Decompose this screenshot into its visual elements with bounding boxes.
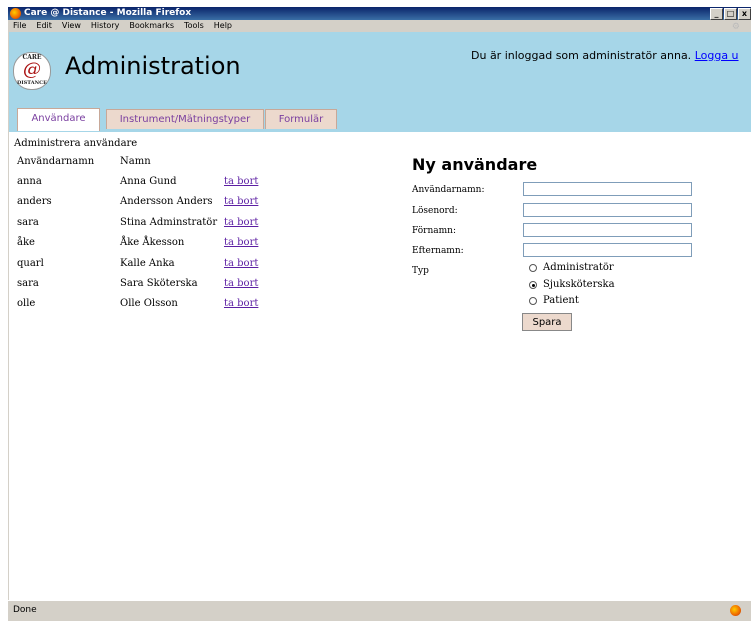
type-label: Typ bbox=[412, 266, 429, 276]
menu-bar: File Edit View History Bookmarks Tools Help ⚙ bbox=[8, 20, 751, 32]
table-row-name: Andersson Anders bbox=[120, 196, 213, 207]
tab-anvandare[interactable]: Användare bbox=[17, 108, 100, 131]
new-user-title: Ny användare bbox=[412, 155, 538, 174]
window-title-bar: Care @ Distance - Mozilla Firefox _ □ x bbox=[8, 7, 751, 20]
column-header-username: Användarnamn bbox=[17, 156, 95, 167]
menu-file[interactable]: File bbox=[13, 21, 26, 30]
firefox-icon bbox=[10, 8, 21, 19]
menu-bookmarks[interactable]: Bookmarks bbox=[129, 21, 174, 30]
logout-link[interactable]: Logga u bbox=[695, 49, 739, 62]
window-title: Care @ Distance - Mozilla Firefox bbox=[24, 8, 192, 18]
table-row-username: anna bbox=[17, 176, 42, 187]
table-row-name: Åke Åkesson bbox=[120, 237, 185, 248]
menu-tools[interactable]: Tools bbox=[184, 21, 204, 30]
radio-label-administrator: Administratör bbox=[543, 262, 614, 273]
remove-user-link[interactable]: ta bort bbox=[224, 277, 258, 290]
username-field[interactable] bbox=[523, 182, 692, 196]
page-title: Administration bbox=[65, 52, 241, 80]
remove-user-link[interactable]: ta bort bbox=[224, 195, 258, 208]
tab-formular[interactable]: Formulär bbox=[265, 109, 337, 129]
menu-view[interactable]: View bbox=[62, 21, 81, 30]
table-row-name: Stina Adminstratör bbox=[120, 217, 218, 228]
username-label: Användarnamn: bbox=[412, 185, 485, 195]
remove-user-link[interactable]: ta bort bbox=[224, 216, 258, 229]
tab-instrument[interactable]: Instrument/Mätningstyper bbox=[106, 109, 264, 129]
menu-help[interactable]: Help bbox=[214, 21, 232, 30]
frame-edge bbox=[8, 32, 9, 600]
table-row-username: sara bbox=[17, 278, 39, 289]
radio-label-nurse: Sjuksköterska bbox=[543, 279, 615, 290]
remove-user-link[interactable]: ta bort bbox=[224, 297, 258, 310]
table-row-username: olle bbox=[17, 298, 36, 309]
password-label: Lösenord: bbox=[412, 206, 458, 216]
login-status: Du är inloggad som administratör anna. L… bbox=[471, 49, 739, 62]
firefox-icon bbox=[730, 605, 741, 616]
remove-user-link[interactable]: ta bort bbox=[224, 175, 258, 188]
password-field[interactable] bbox=[523, 203, 692, 217]
radio-nurse[interactable] bbox=[529, 281, 537, 289]
radio-administrator[interactable] bbox=[529, 264, 537, 272]
section-heading: Administrera användare bbox=[14, 138, 138, 149]
save-button[interactable]: Spara bbox=[522, 313, 572, 331]
care-at-distance-logo: CARE @ DISTANCE bbox=[13, 52, 51, 90]
login-text: Du är inloggad som administratör anna. bbox=[471, 49, 692, 62]
table-row-name: Kalle Anka bbox=[120, 258, 175, 269]
table-row-username: anders bbox=[17, 196, 52, 207]
menu-history[interactable]: History bbox=[91, 21, 119, 30]
menu-edit[interactable]: Edit bbox=[36, 21, 52, 30]
firstname-label: Förnamn: bbox=[412, 226, 456, 236]
table-row-name: Sara Sköterska bbox=[120, 278, 198, 289]
status-text: Done bbox=[13, 605, 37, 615]
remove-user-link[interactable]: ta bort bbox=[224, 236, 258, 249]
remove-user-link[interactable]: ta bort bbox=[224, 257, 258, 270]
table-row-username: quarl bbox=[17, 258, 44, 269]
status-bar: Done bbox=[8, 600, 751, 621]
radio-patient[interactable] bbox=[529, 297, 537, 305]
lastname-label: Efternamn: bbox=[412, 246, 464, 256]
close-button[interactable]: x bbox=[738, 8, 751, 20]
table-row-username: åke bbox=[17, 237, 35, 248]
minimize-button[interactable]: _ bbox=[710, 8, 723, 20]
lastname-field[interactable] bbox=[523, 243, 692, 257]
radio-label-patient: Patient bbox=[543, 295, 579, 306]
table-row-name: Anna Gund bbox=[120, 176, 177, 187]
table-row-name: Olle Olsson bbox=[120, 298, 178, 309]
firstname-field[interactable] bbox=[523, 223, 692, 237]
table-row-username: sara bbox=[17, 217, 39, 228]
maximize-button[interactable]: □ bbox=[724, 8, 737, 20]
column-header-name: Namn bbox=[120, 156, 151, 167]
